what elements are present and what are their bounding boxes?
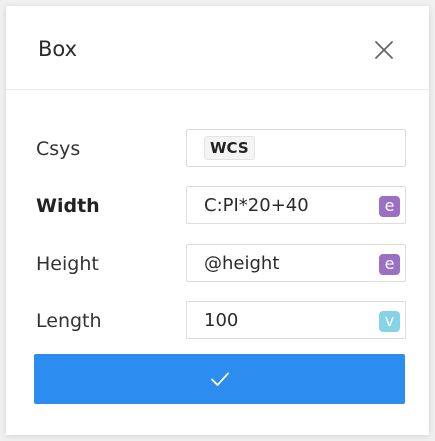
- width-label: Width: [36, 195, 100, 217]
- close-icon[interactable]: [372, 38, 396, 62]
- length-value-badge[interactable]: v: [379, 311, 400, 332]
- height-expression-badge[interactable]: e: [379, 254, 400, 275]
- box-dialog: Box Csys WCS Width C:PI*20+40 e Height @…: [6, 6, 429, 435]
- length-label: Length: [36, 310, 102, 332]
- height-label: Height: [36, 253, 99, 275]
- dialog-header: Box: [6, 6, 429, 90]
- dialog-title: Box: [38, 37, 78, 61]
- length-input[interactable]: 100 v: [186, 301, 406, 339]
- check-icon: [211, 372, 229, 386]
- height-row: Height @height e: [6, 244, 429, 284]
- length-row: Length 100 v: [6, 301, 429, 341]
- csys-tag[interactable]: WCS: [204, 136, 255, 160]
- height-value: @height: [204, 253, 280, 274]
- width-input[interactable]: C:PI*20+40 e: [186, 186, 406, 224]
- confirm-button[interactable]: [34, 354, 405, 404]
- width-value: C:PI*20+40: [204, 195, 309, 216]
- height-input[interactable]: @height e: [186, 244, 406, 282]
- length-value: 100: [204, 310, 239, 331]
- csys-field[interactable]: WCS: [186, 129, 406, 167]
- width-expression-badge[interactable]: e: [379, 196, 400, 217]
- width-row: Width C:PI*20+40 e: [6, 186, 429, 226]
- csys-label: Csys: [36, 138, 81, 160]
- csys-row: Csys WCS: [6, 129, 429, 169]
